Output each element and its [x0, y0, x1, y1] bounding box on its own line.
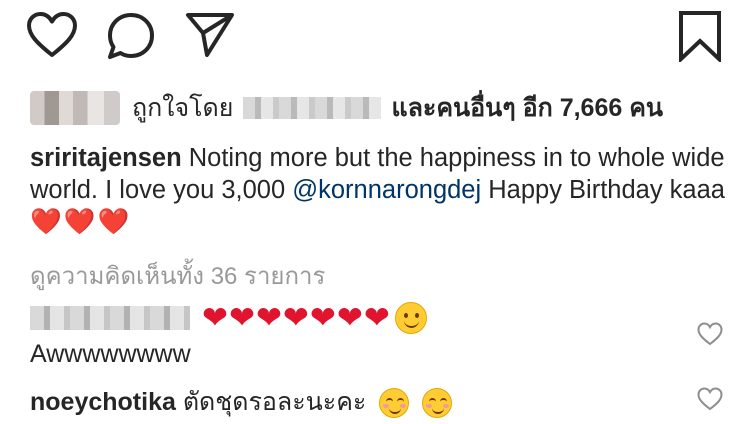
comment-hearts-text: ❤❤❤❤❤❤❤: [202, 300, 391, 335]
comment-bubble-icon[interactable]: [106, 12, 156, 60]
comment-text: ตัดชุดรอละนะคะ: [175, 388, 374, 416]
comment-row: noeychotika ตัดชุดรอละนะคะ: [30, 382, 453, 422]
post-action-bar: [0, 0, 750, 80]
liked-by-label: ถูกใจโดย: [132, 94, 234, 122]
post-caption: sriritajensen Noting more but the happin…: [30, 142, 730, 238]
smiling-face-emoji-icon: [394, 302, 427, 334]
save-bookmark-icon[interactable]: [678, 10, 722, 62]
relieved-face-emoji-icon: [422, 388, 453, 419]
relieved-face-emoji-icon: [379, 388, 410, 419]
others-count-link[interactable]: และคนอื่นๆ อีก 7,666 คน: [391, 88, 663, 128]
liker-name-blurred[interactable]: [243, 97, 382, 119]
comment-row: ❤❤❤❤❤❤❤: [30, 298, 427, 338]
comment-username[interactable]: noeychotika: [30, 388, 176, 416]
liker-avatars-blurred[interactable]: [30, 91, 120, 125]
like-heart-icon[interactable]: [27, 12, 77, 58]
caption-mention-link[interactable]: @kornnarongdej: [292, 176, 481, 204]
comment-username-blurred[interactable]: [30, 306, 190, 330]
comment-text-line2: Awwwwwwww: [30, 340, 191, 368]
comment-like-heart-icon[interactable]: [697, 387, 723, 411]
caption-text-2: Happy Birthday kaaa: [481, 176, 725, 204]
caption-username[interactable]: sriritajensen: [30, 144, 182, 172]
likes-summary: ถูกใจโดย และคนอื่นๆ อีก 7,666 คน: [30, 88, 663, 128]
caption-hearts-emoji: ❤️❤️❤️: [30, 208, 132, 236]
comment-like-heart-icon[interactable]: [697, 322, 723, 346]
share-paper-plane-icon[interactable]: [185, 12, 235, 58]
view-all-comments-link[interactable]: ดูความคิดเห็นทั้ง 36 รายการ: [30, 256, 325, 295]
